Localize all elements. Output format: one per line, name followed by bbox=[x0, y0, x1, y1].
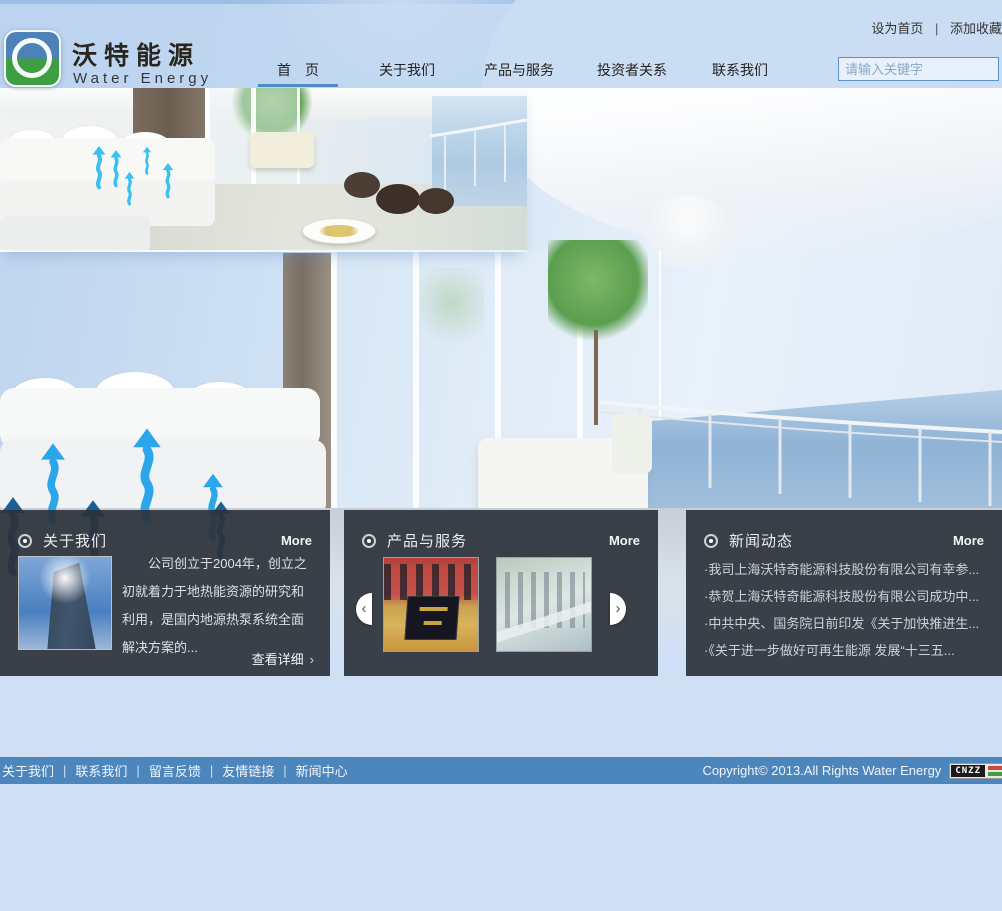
footer-bar: 关于我们 | 联系我们 | 留言反馈 | 友情链接 | 新闻中心 Copyrig… bbox=[0, 757, 1002, 784]
add-favorite-link[interactable]: 添加收藏 bbox=[950, 21, 1002, 36]
footer-link-newscenter[interactable]: 新闻中心 bbox=[296, 761, 348, 780]
footer-link-feedback[interactable]: 留言反馈 bbox=[149, 761, 201, 780]
page: 设为首页 | 添加收藏 沃特能源 Water Energy 首 页 关于我们 产… bbox=[0, 0, 1002, 911]
footer-link-contact[interactable]: 联系我们 bbox=[75, 761, 127, 780]
up-arrow-small-icon bbox=[162, 162, 174, 199]
news-list: ·我司上海沃特奇能源科技股份有限公司有幸参... ·恭贺上海沃特奇能源科技股份有… bbox=[704, 556, 992, 664]
balcony-railing bbox=[600, 400, 1002, 506]
brand-subtitle: Water Energy bbox=[73, 70, 213, 87]
product-image-plaque bbox=[404, 596, 460, 640]
cnzz-badge-bars bbox=[988, 765, 1002, 776]
bullseye-icon bbox=[704, 533, 718, 548]
banner-plate bbox=[302, 218, 376, 244]
panel-news-title: 新闻动态 bbox=[729, 533, 794, 550]
nav-item-products[interactable]: 产品与服务 bbox=[484, 60, 554, 80]
banner-stool bbox=[418, 188, 454, 214]
company-logo[interactable] bbox=[4, 30, 61, 87]
nav-item-investors[interactable]: 投资者关系 bbox=[597, 60, 667, 80]
copyright-text: Copyright© 2013.All Rights Water Energy bbox=[702, 763, 942, 778]
about-thumbnail-flare bbox=[33, 557, 97, 605]
cnzz-badge-label: CNZZ bbox=[951, 764, 985, 777]
up-arrow-small-icon bbox=[110, 150, 122, 188]
nav-item-contact[interactable]: 联系我们 bbox=[712, 60, 768, 80]
footer-separator: | bbox=[63, 763, 67, 778]
chevron-right-icon: › bbox=[309, 652, 314, 667]
topbar-separator: | bbox=[934, 21, 939, 36]
lounger-back bbox=[612, 414, 652, 474]
about-detail-link[interactable]: 查看详细 › bbox=[252, 649, 314, 668]
footer-links: 关于我们 | 联系我们 | 留言反馈 | 友情链接 | 新闻中心 bbox=[0, 761, 348, 780]
plaque-text-line bbox=[423, 621, 442, 625]
banner-lounger bbox=[250, 132, 314, 168]
footer-separator: | bbox=[283, 763, 287, 778]
cnzz-bar-green bbox=[988, 771, 1002, 776]
panel-about-title: 关于我们 bbox=[43, 533, 108, 550]
tree-reflection bbox=[420, 268, 484, 354]
news-item[interactable]: ·中共中央、国务院日前印发《关于加快推进生... bbox=[704, 610, 992, 637]
set-home-link[interactable]: 设为首页 bbox=[871, 21, 923, 36]
about-detail-label: 查看详细 bbox=[251, 652, 304, 667]
panel-products-more-link[interactable]: More bbox=[609, 533, 640, 548]
nav-active-underline bbox=[258, 84, 338, 87]
carousel-next-button[interactable]: › bbox=[610, 593, 626, 625]
panel-news: 新闻动态 More ·我司上海沃特奇能源科技股份有限公司有幸参... ·恭贺上海… bbox=[686, 510, 1002, 676]
up-arrow-small-icon bbox=[142, 146, 152, 175]
cnzz-stats-badge[interactable]: CNZZ bbox=[949, 762, 1002, 779]
banner-sofa-back bbox=[0, 138, 215, 186]
product-image-ceremony[interactable] bbox=[383, 557, 479, 652]
up-arrow-small-icon bbox=[124, 171, 135, 206]
bullseye-icon bbox=[18, 533, 32, 548]
footer-link-friendlinks[interactable]: 友情链接 bbox=[222, 761, 274, 780]
footer-link-about[interactable]: 关于我们 bbox=[2, 761, 54, 780]
cnzz-bar-red bbox=[988, 765, 1002, 770]
panel-about: 关于我们 More 公司创立于2004年，创立之初就着力于地热能资源的研究和利用… bbox=[0, 510, 330, 676]
panel-news-more-link[interactable]: More bbox=[953, 533, 984, 548]
hero-banner bbox=[0, 88, 527, 252]
banner-sofa-front bbox=[0, 216, 150, 250]
search-box bbox=[838, 57, 1002, 81]
panel-products-title: 产品与服务 bbox=[387, 533, 468, 550]
logo-ring-icon bbox=[12, 38, 52, 78]
panel-about-more-link[interactable]: More bbox=[281, 533, 312, 548]
topbar-links: 设为首页 | 添加收藏 bbox=[871, 18, 1002, 37]
news-item[interactable]: ·我司上海沃特奇能源科技股份有限公司有幸参... bbox=[704, 556, 992, 583]
up-arrow-small-icon bbox=[92, 145, 106, 190]
footer-separator: | bbox=[136, 763, 140, 778]
bullseye-icon bbox=[362, 533, 376, 548]
tree-trunk bbox=[594, 330, 598, 425]
panel-products-header: 产品与服务 More bbox=[344, 510, 658, 551]
banner-stool bbox=[376, 184, 420, 214]
product-image-buildings[interactable] bbox=[496, 557, 592, 652]
plaque-text-line bbox=[419, 607, 448, 611]
panel-news-header: 新闻动态 More bbox=[686, 510, 1002, 551]
footer-separator: | bbox=[209, 763, 214, 778]
news-item[interactable]: ·恭贺上海沃特奇能源科技股份有限公司成功中... bbox=[704, 583, 992, 610]
search-input[interactable] bbox=[839, 61, 1002, 77]
nav-item-home[interactable]: 首 页 bbox=[258, 60, 338, 80]
nav-item-about[interactable]: 关于我们 bbox=[379, 60, 435, 80]
panel-about-header: 关于我们 More bbox=[0, 510, 330, 551]
news-item[interactable]: ·《关于进一步做好可再生能源 发展“十三五... bbox=[704, 637, 992, 664]
about-summary-text: 公司创立于2004年，创立之初就着力于地热能资源的研究和利用，是国内地源热泵系统… bbox=[122, 556, 307, 655]
banner-stool bbox=[344, 172, 380, 198]
tree bbox=[548, 240, 648, 340]
product-image-people bbox=[384, 564, 478, 600]
about-thumbnail[interactable] bbox=[18, 556, 112, 650]
panel-products: 产品与服务 More ‹ › bbox=[344, 510, 658, 676]
brand-name: 沃特能源 bbox=[72, 42, 201, 70]
carousel-prev-button[interactable]: ‹ bbox=[356, 593, 372, 625]
footer-right: Copyright© 2013.All Rights Water Energy … bbox=[702, 757, 1002, 784]
banner-plate-food bbox=[319, 225, 359, 237]
